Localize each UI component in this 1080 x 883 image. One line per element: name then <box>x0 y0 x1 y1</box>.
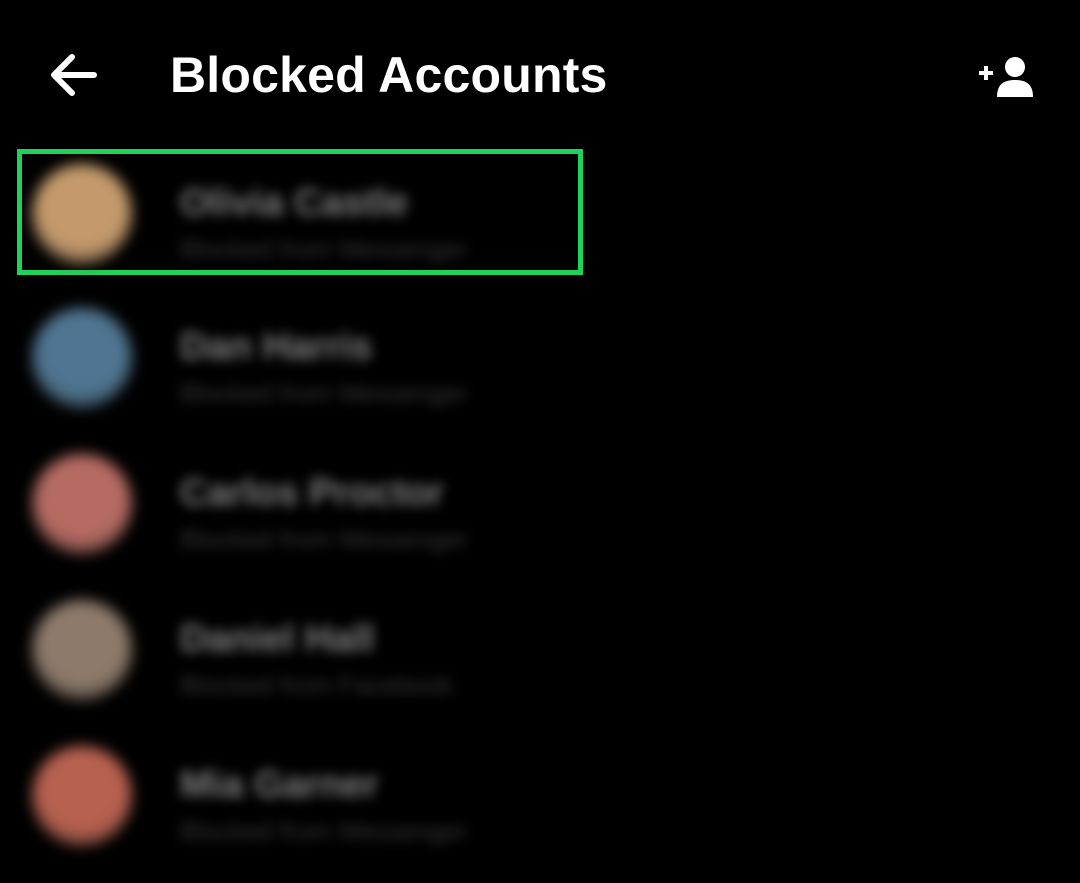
blocked-account-row[interactable]: Mia Garner Blocked from Messenger <box>20 734 580 854</box>
account-subtitle: Blocked from Facebook <box>180 670 454 700</box>
avatar <box>32 454 132 554</box>
blocked-accounts-screen: Blocked Accounts Olivia Castle Blocked fr… <box>0 0 1080 883</box>
avatar <box>32 308 132 408</box>
app-header: Blocked Accounts <box>0 0 1080 150</box>
account-name: Olivia Castle <box>180 182 409 224</box>
page-title: Blocked Accounts <box>170 47 608 103</box>
blocked-account-row[interactable]: Dan Harris Blocked from Messenger <box>20 296 580 416</box>
arrow-left-icon <box>51 54 97 96</box>
blocked-account-row[interactable]: Olivia Castle Blocked from Messenger <box>17 149 583 275</box>
account-name: Carlos Proctor <box>180 472 444 514</box>
account-subtitle: Blocked from Messenger <box>180 378 468 408</box>
account-subtitle: Blocked from Messenger <box>180 816 468 846</box>
blocked-account-row[interactable]: Daniel Hall Blocked from Facebook <box>20 588 580 708</box>
account-name: Dan Harris <box>180 326 373 368</box>
avatar <box>32 164 132 264</box>
add-blocked-account-button[interactable] <box>968 42 1044 112</box>
account-name: Mia Garner <box>180 764 379 806</box>
blocked-account-row[interactable]: Carlos Proctor Blocked from Messenger <box>20 442 580 562</box>
back-button[interactable] <box>34 38 114 112</box>
avatar <box>32 746 132 846</box>
account-subtitle: Blocked from Messenger <box>180 524 468 554</box>
avatar <box>32 600 132 700</box>
add-person-icon <box>979 57 1033 97</box>
account-name: Daniel Hall <box>180 618 375 660</box>
account-subtitle: Blocked from Messenger <box>180 234 468 264</box>
